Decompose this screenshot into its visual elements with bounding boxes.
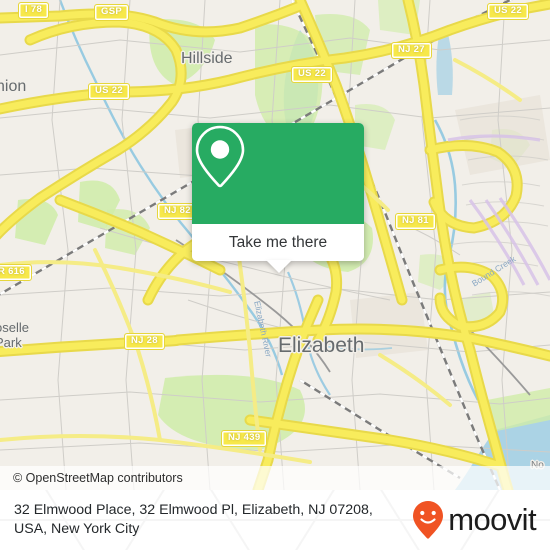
take-me-there-button[interactable]: Take me there: [192, 224, 364, 261]
place-label: oselle: [0, 320, 29, 335]
moovit-pin-smiley-icon: [413, 501, 444, 539]
destination-callout[interactable]: Take me there: [192, 123, 364, 273]
road-shield: NJ 439: [221, 430, 268, 447]
road-shield: US 22: [88, 83, 130, 100]
map-attribution[interactable]: © OpenStreetMap contributors: [0, 466, 550, 490]
moovit-logo: moovit: [411, 500, 537, 540]
callout-image-area: [192, 123, 364, 224]
road-shield: NJ 27: [391, 42, 432, 59]
place-label: Hillside: [181, 50, 233, 67]
road-shield: NJ 28: [124, 333, 165, 350]
map-canvas[interactable]: I 78 GSP US 22 NJ 27 US 22 US 22 NJ 82 N…: [0, 0, 550, 490]
place-label: Elizabeth: [278, 334, 365, 357]
road-shield: I 78: [18, 2, 50, 19]
callout-tail: [266, 260, 292, 273]
place-label: nion: [0, 78, 27, 95]
destination-address: 32 Elmwood Place, 32 Elmwood Pl, Elizabe…: [14, 502, 373, 537]
take-me-there-label: Take me there: [228, 233, 328, 251]
footer-bar: 32 Elmwood Place, 32 Elmwood Pl, Elizabe…: [0, 490, 550, 550]
attribution-text: © OpenStreetMap contributors: [13, 471, 183, 485]
road-shield: US 22: [487, 3, 529, 20]
road-shield: NJ 81: [395, 213, 436, 230]
map-pin-icon: [195, 125, 245, 188]
road-shield: US 22: [291, 66, 333, 83]
moovit-wordmark: moovit: [448, 502, 536, 537]
moovit-map-share-card: I 78 GSP US 22 NJ 27 US 22 US 22 NJ 82 N…: [0, 0, 550, 550]
road-shield: R 616: [0, 264, 32, 281]
road-shield: GSP: [94, 4, 129, 21]
place-label: Park: [0, 335, 22, 350]
